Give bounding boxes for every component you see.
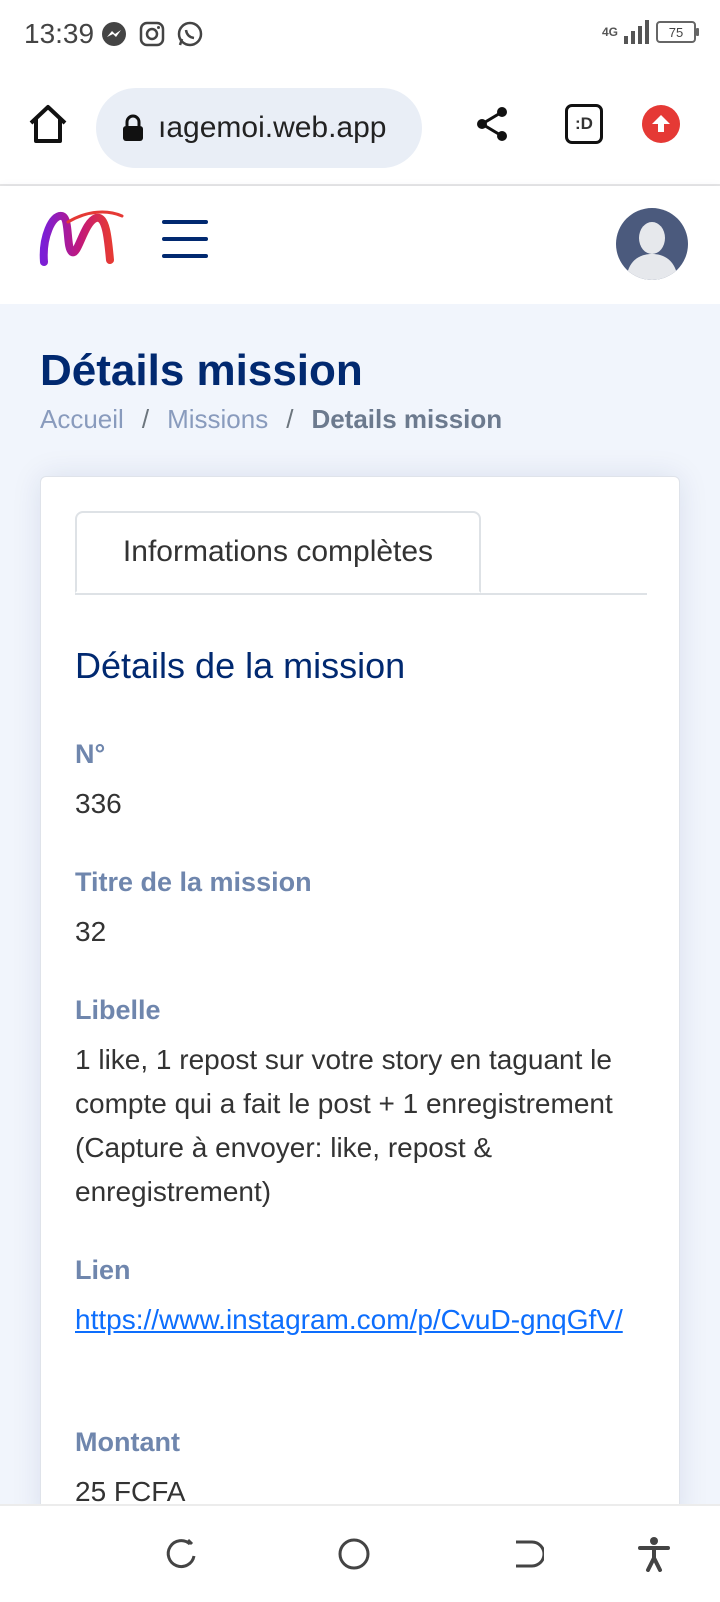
share-icon[interactable] — [472, 104, 512, 144]
breadcrumb-home[interactable]: Accueil — [40, 404, 124, 435]
menu-bar — [162, 254, 208, 258]
field-value: 1 like, 1 repost sur votre story en tagu… — [75, 1044, 613, 1207]
tab-informations[interactable]: Informations complètes — [75, 511, 481, 593]
field-title: Titre de la mission 32 — [75, 867, 655, 954]
accessibility-icon[interactable] — [636, 1536, 672, 1572]
arrow-up-icon — [652, 115, 670, 132]
url-text: ıagemoi.web.app — [158, 111, 387, 144]
back-icon[interactable] — [508, 1536, 544, 1572]
breadcrumb-separator: / — [141, 404, 150, 434]
battery-level: 75 — [668, 24, 684, 40]
menu-button[interactable] — [162, 220, 208, 260]
mission-link[interactable]: https://www.instagram.com/p/CvuD-gnqGfV/ — [75, 1298, 655, 1342]
field-label: N° — [75, 739, 106, 769]
menu-bar — [162, 237, 208, 241]
menu-bar — [162, 220, 208, 224]
notification-icons — [100, 20, 204, 48]
section-title: Détails de la mission — [75, 645, 406, 686]
breadcrumb: Accueil / Missions / Details mission — [40, 404, 502, 435]
brand-logo[interactable] — [38, 208, 124, 268]
system-nav-bar — [0, 1504, 720, 1602]
field-number: N° 336 — [75, 739, 655, 826]
messenger-icon — [102, 22, 126, 46]
tabs-button[interactable]: :D — [565, 104, 603, 144]
status-bar: 13:39 4G 75 — [0, 0, 720, 72]
update-button[interactable] — [642, 105, 680, 143]
lock-icon — [123, 114, 143, 141]
field-label: Montant — [75, 1427, 180, 1457]
home-icon[interactable] — [26, 102, 70, 146]
breadcrumb-separator: / — [286, 404, 294, 434]
browser-toolbar: ıagemoi.web.app :D — [0, 72, 720, 186]
whatsapp-icon — [177, 21, 203, 47]
status-time: 13:39 — [24, 18, 95, 49]
battery-icon: 75 — [656, 21, 699, 43]
signal-icon — [624, 20, 649, 44]
field-value: 32 — [75, 916, 107, 947]
network-label: 4G — [601, 25, 618, 39]
address-bar[interactable]: ıagemoi.web.app — [96, 88, 422, 168]
main-content: Détails mission Accueil / Missions / Det… — [0, 304, 720, 1528]
field-link: Lien https://www.instagram.com/p/CvuD-gn… — [75, 1255, 655, 1342]
mission-card: Informations complètes Détails de la mis… — [40, 476, 680, 1528]
field-amount: Montant 25 FCFA — [75, 1427, 655, 1514]
page-title: Détails mission — [40, 346, 363, 395]
status-right: 4G 75 — [601, 20, 699, 44]
field-label: Libelle — [75, 995, 161, 1025]
instagram-icon — [139, 21, 165, 47]
tabs-label: :D — [575, 114, 593, 133]
field-label: Titre de la mission — [75, 867, 312, 897]
field-libelle: Libelle 1 like, 1 repost sur votre story… — [75, 995, 655, 1214]
field-value: 336 — [75, 788, 122, 819]
field-label: Lien — [75, 1255, 131, 1285]
avatar[interactable] — [616, 208, 688, 280]
breadcrumb-missions[interactable]: Missions — [167, 404, 268, 435]
app-header — [0, 186, 720, 304]
tab-bar: Informations complètes — [75, 511, 647, 595]
breadcrumb-current: Details mission — [311, 404, 503, 434]
user-icon — [626, 222, 678, 280]
home-nav-icon[interactable] — [336, 1536, 372, 1572]
recents-icon[interactable] — [164, 1536, 200, 1572]
